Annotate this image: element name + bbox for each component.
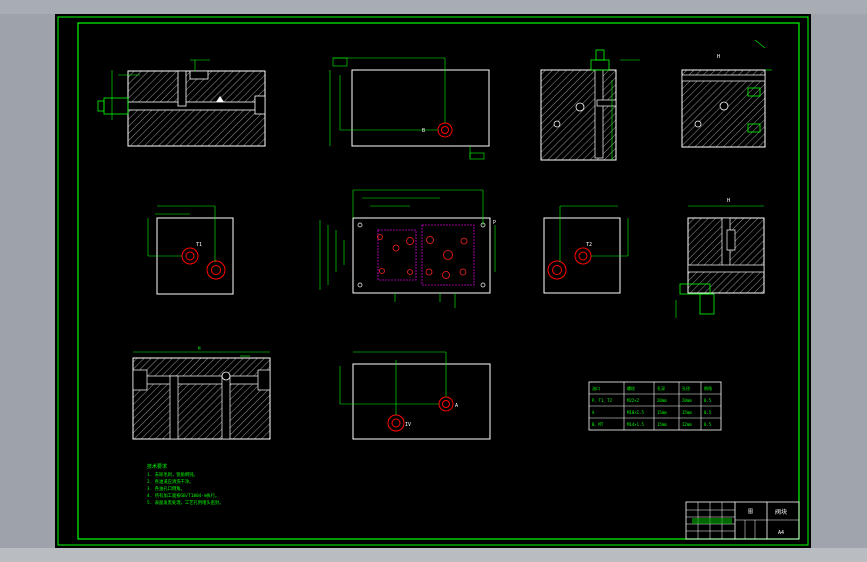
viewport-bottom-margin xyxy=(0,548,867,562)
table-cell: M22×2 xyxy=(627,398,640,403)
title-block-name: 阀块 xyxy=(775,508,787,516)
table-cell: P、T1、T2 xyxy=(592,398,613,403)
section-view-top-right-b: H xyxy=(681,39,772,148)
section-view-top-left xyxy=(97,59,266,147)
table-header-cell: 螺纹 xyxy=(627,385,635,391)
table-cell: 15mm xyxy=(682,410,692,415)
technical-notes: 技术要求 1. 去除毛刺，锐角倒钝。2. 各油道应清洗干净。3. 各油孔口倒角。… xyxy=(147,463,224,506)
view-m-label: M xyxy=(198,346,201,351)
table-header-cell: 孔深 xyxy=(657,385,665,391)
title-block: 阀块 A4 图 xyxy=(685,501,800,540)
table-cell: 12mm xyxy=(682,422,692,427)
view-middle-right: T2 xyxy=(543,205,629,294)
table-cell: 0.5 xyxy=(704,398,712,403)
port-a-label: A xyxy=(455,403,458,409)
table-cell: M14×1.5 xyxy=(627,422,644,427)
table-cell: B、MT xyxy=(592,422,604,427)
table-cell: 0.5 xyxy=(704,410,712,415)
port-t1-label: T1 xyxy=(196,242,202,248)
port-b-label: B xyxy=(422,128,425,134)
notes-lines: 1. 去除毛刺，锐角倒钝。2. 各油道应清洗干净。3. 各油孔口倒角。4. 所有… xyxy=(147,471,224,506)
viewport-left-margin xyxy=(0,14,55,548)
view-h-label-top: H xyxy=(717,54,720,60)
cad-viewport: B H T1 P T2 H M IV A 技术要求 1. 去除毛刺，锐角倒钝。 … xyxy=(0,0,867,562)
notes-line: 2. 各油道应清洗干净。 xyxy=(147,478,193,485)
table-cell: 15mm xyxy=(657,422,667,427)
table-header-cell: 孔径 xyxy=(682,385,690,391)
notes-title: 技术要求 xyxy=(147,463,167,470)
drawing-svg: B H T1 P T2 H M IV A 技术要求 1. 去除毛刺，锐角倒钝。2… xyxy=(57,16,809,546)
table-cell: M18×1.5 xyxy=(627,410,644,415)
section-view-bottom-left: M xyxy=(132,346,271,440)
section-view-top-right-a xyxy=(540,49,640,161)
table-cell: 15mm xyxy=(657,410,667,415)
notes-line: 1. 去除毛刺，锐角倒钝。 xyxy=(147,471,198,478)
view-middle-left: T1 xyxy=(147,205,234,295)
port-iv-label: IV xyxy=(405,422,411,428)
table-cell: 20mm xyxy=(682,398,692,403)
port-t2-label: T2 xyxy=(586,242,592,248)
view-center-main: P xyxy=(319,189,496,308)
view-bottom-center: IV A xyxy=(339,351,491,440)
port-table: 油口 螺纹 孔深 孔径 倒角 P、T1、T2 M22×2 20mm 20mm 0.5 A M18×1.… xyxy=(588,381,722,431)
notes-line: 3. 各油孔口倒角。 xyxy=(147,485,185,492)
title-block-scale: A4 xyxy=(778,530,784,536)
notes-line: 4. 所有加工面按GB/T1804-m执行。 xyxy=(147,492,219,499)
view-h-label-mid: H xyxy=(727,198,730,204)
section-view-middle-right: H xyxy=(675,198,765,318)
view-top-center: B xyxy=(329,57,490,160)
view-p-label: P xyxy=(493,220,496,226)
notes-line: 5. 表面发黑处理，工艺孔用堵头密封。 xyxy=(147,499,224,506)
table-header-cell: 油口 xyxy=(592,385,600,391)
viewport-top-margin xyxy=(0,0,867,14)
table-cell: 0.5 xyxy=(704,422,712,427)
table-cell: 20mm xyxy=(657,398,667,403)
table-header-cell: 倒角 xyxy=(704,385,712,391)
title-block-sheet: 图 xyxy=(748,509,753,515)
drawing-sheet[interactable]: B H T1 P T2 H M IV A 技术要求 1. 去除毛刺，锐角倒钝。 … xyxy=(55,14,811,548)
table-cell: A xyxy=(592,410,595,415)
viewport-right-margin xyxy=(811,14,867,548)
